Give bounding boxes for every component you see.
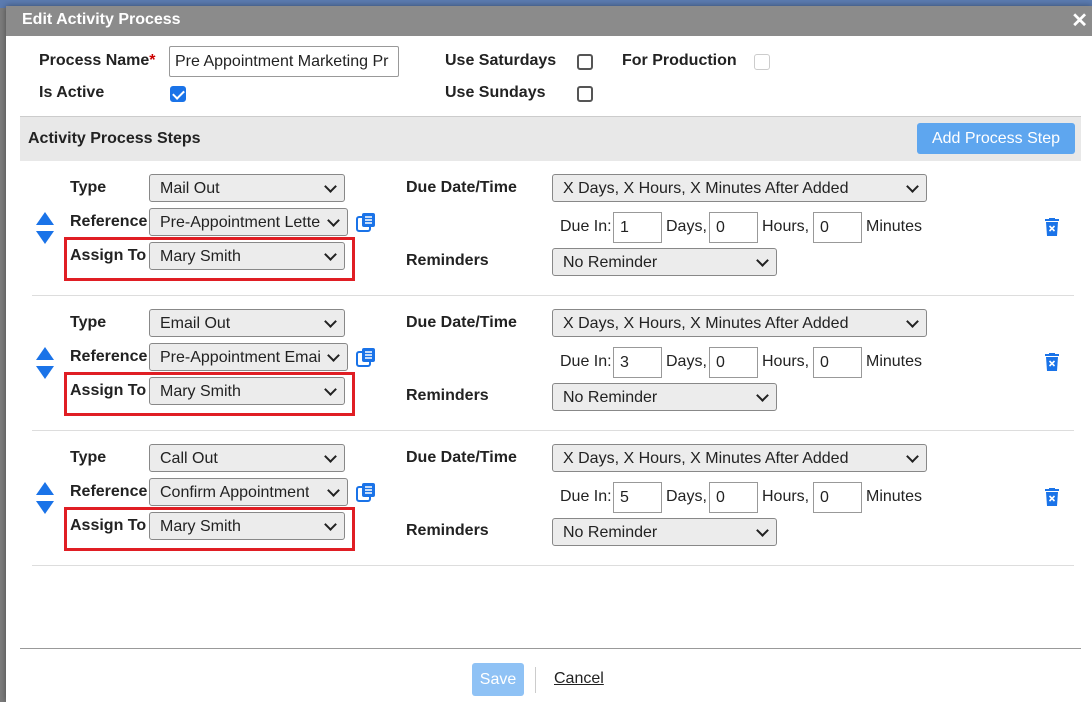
add-process-step-button[interactable]: Add Process Step [917, 123, 1075, 154]
reference-select[interactable]: Pre-Appointment Lette [149, 208, 348, 236]
type-select[interactable]: Call Out [149, 444, 345, 472]
chevron-down-icon [327, 484, 340, 497]
step-divider [32, 430, 1074, 431]
due-date-time-label: Due Date/Time [406, 314, 517, 331]
hours-label: Hours, [762, 218, 810, 235]
chevron-down-icon [324, 180, 337, 193]
reminder-select[interactable]: No Reminder [552, 518, 777, 546]
dialog-titlebar: Edit Activity Process ✕ [6, 6, 1092, 36]
days-label: Days, [666, 488, 707, 505]
reminders-label: Reminders [406, 252, 489, 269]
due-in-label: Due In: [560, 218, 612, 235]
due-hours-input[interactable]: 0 [709, 482, 758, 513]
assign-to-label: Assign To [70, 382, 147, 399]
delete-step-icon[interactable] [1045, 488, 1059, 506]
due-rule-select[interactable]: X Days, X Hours, X Minutes After Added [552, 309, 927, 337]
reminders-label: Reminders [406, 522, 489, 539]
due-minutes-input[interactable]: 0 [813, 347, 862, 378]
due-days-input[interactable]: 1 [613, 212, 662, 243]
use-sundays-label: Use Sundays [445, 84, 546, 101]
for-production-label: For Production [622, 52, 737, 69]
reference-select[interactable]: Pre-Appointment Emai [149, 343, 348, 371]
reorder-arrows-icon[interactable] [36, 347, 54, 379]
reference-details-icon[interactable] [356, 482, 376, 502]
days-label: Days, [666, 218, 707, 235]
chevron-down-icon [324, 248, 337, 261]
chevron-down-icon [324, 383, 337, 396]
minutes-label: Minutes [866, 488, 923, 505]
footer-divider [20, 648, 1081, 649]
due-days-input[interactable]: 3 [613, 347, 662, 378]
due-rule-select[interactable]: X Days, X Hours, X Minutes After Added [552, 444, 927, 472]
reminder-select[interactable]: No Reminder [552, 248, 777, 276]
process-name-input[interactable] [169, 46, 399, 77]
chevron-down-icon [324, 315, 337, 328]
reference-label: Reference [70, 213, 148, 230]
for-production-checkbox[interactable] [754, 54, 770, 70]
due-minutes-input[interactable]: 0 [813, 212, 862, 243]
reference-select[interactable]: Confirm Appointment [149, 478, 348, 506]
chevron-down-icon [756, 389, 769, 402]
minutes-label: Minutes [866, 353, 923, 370]
minutes-label: Minutes [866, 218, 923, 235]
steps-section-title: Activity Process Steps [28, 130, 201, 147]
use-saturdays-checkbox[interactable] [577, 54, 593, 70]
reference-details-icon[interactable] [356, 347, 376, 367]
reference-details-icon[interactable] [356, 212, 376, 232]
reorder-arrows-icon[interactable] [36, 482, 54, 514]
type-label: Type [70, 314, 107, 331]
close-icon[interactable]: ✕ [1071, 8, 1088, 33]
assign-to-select[interactable]: Mary Smith [149, 377, 345, 405]
type-select[interactable]: Email Out [149, 309, 345, 337]
days-label: Days, [666, 353, 707, 370]
reminder-select[interactable]: No Reminder [552, 383, 777, 411]
type-label: Type [70, 449, 107, 466]
chevron-down-icon [906, 180, 919, 193]
type-select[interactable]: Mail Out [149, 174, 345, 202]
footer-separator [535, 667, 536, 693]
delete-step-icon[interactable] [1045, 353, 1059, 371]
delete-step-icon[interactable] [1045, 218, 1059, 236]
due-hours-input[interactable]: 0 [709, 212, 758, 243]
chevron-down-icon [756, 524, 769, 537]
edit-activity-process-dialog: Edit Activity Process ✕ Process Name* Us… [6, 6, 1092, 702]
type-label: Type [70, 179, 107, 196]
assign-to-select[interactable]: Mary Smith [149, 242, 345, 270]
due-in-label: Due In: [560, 488, 612, 505]
assign-to-select[interactable]: Mary Smith [149, 512, 345, 540]
chevron-down-icon [327, 349, 340, 362]
due-date-time-label: Due Date/Time [406, 179, 517, 196]
use-sundays-checkbox[interactable] [577, 86, 593, 102]
reminders-label: Reminders [406, 387, 489, 404]
hours-label: Hours, [762, 353, 810, 370]
due-days-input[interactable]: 5 [613, 482, 662, 513]
due-rule-select[interactable]: X Days, X Hours, X Minutes After Added [552, 174, 927, 202]
chevron-down-icon [756, 254, 769, 267]
dialog-title: Edit Activity Process [22, 11, 181, 28]
process-name-label: Process Name* [39, 52, 156, 69]
chevron-down-icon [324, 450, 337, 463]
assign-to-label: Assign To [70, 517, 147, 534]
assign-to-label: Assign To [70, 247, 147, 264]
use-saturdays-label: Use Saturdays [445, 52, 557, 69]
reference-label: Reference [70, 348, 148, 365]
due-minutes-input[interactable]: 0 [813, 482, 862, 513]
due-hours-input[interactable]: 0 [709, 347, 758, 378]
due-date-time-label: Due Date/Time [406, 449, 517, 466]
step-divider [32, 565, 1074, 566]
is-active-label: Is Active [39, 84, 105, 101]
chevron-down-icon [906, 450, 919, 463]
chevron-down-icon [906, 315, 919, 328]
cancel-link[interactable]: Cancel [554, 670, 604, 688]
save-button[interactable]: Save [472, 663, 524, 696]
reference-label: Reference [70, 483, 148, 500]
due-in-label: Due In: [560, 353, 612, 370]
chevron-down-icon [327, 214, 340, 227]
step-divider [32, 295, 1074, 296]
hours-label: Hours, [762, 488, 810, 505]
chevron-down-icon [324, 518, 337, 531]
is-active-checkbox[interactable] [170, 86, 186, 102]
reorder-arrows-icon[interactable] [36, 212, 54, 244]
